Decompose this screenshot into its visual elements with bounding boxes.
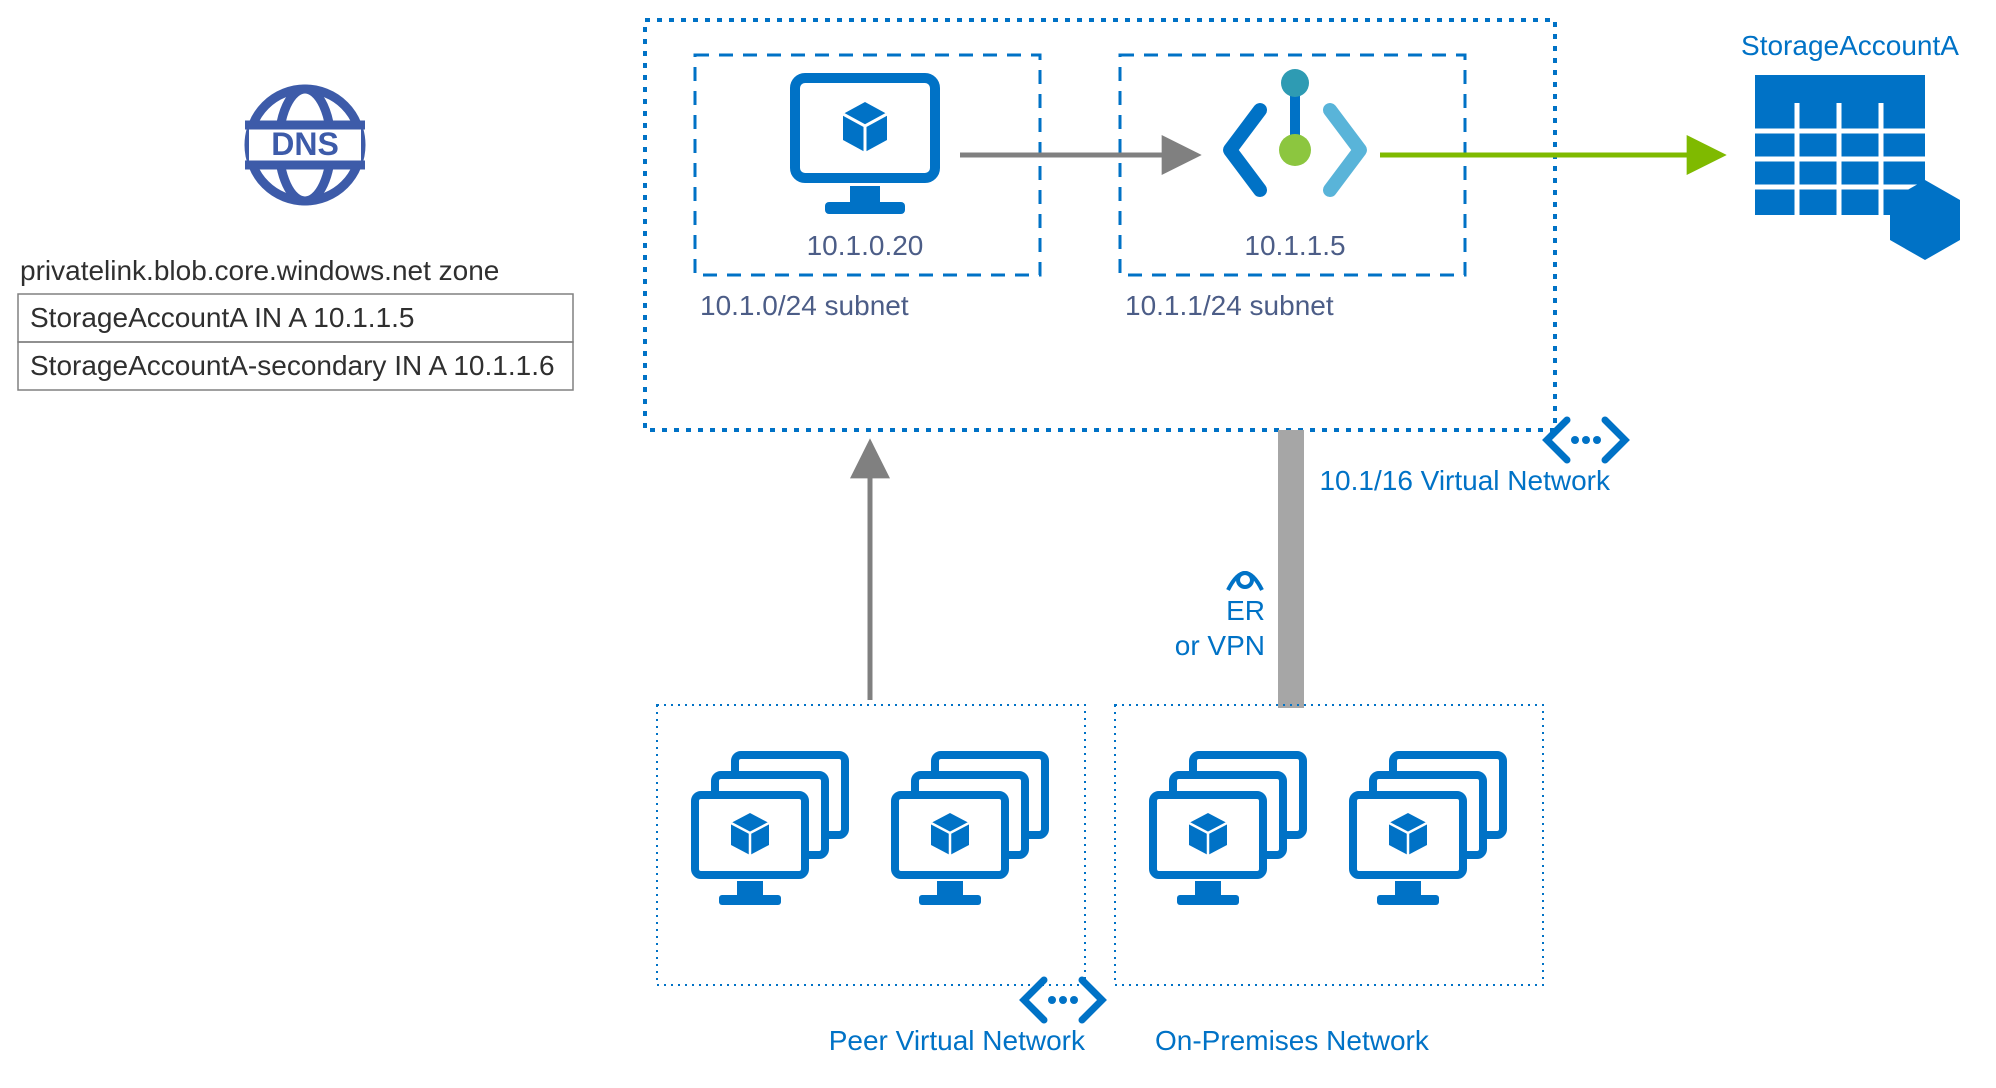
- er-vpn-bar: [1278, 430, 1304, 708]
- er-vpn-label-1: ER: [1226, 595, 1265, 626]
- er-vpn-label-2: or VPN: [1175, 630, 1265, 661]
- subnet-b-label: 10.1.1/24 subnet: [1125, 290, 1334, 321]
- onprem-vm-group-2: [1353, 755, 1503, 905]
- peer-vm-group-1: [695, 755, 845, 905]
- subnet-a-label: 10.1.0/24 subnet: [700, 290, 909, 321]
- dns-records-table: StorageAccountA IN A 10.1.1.5 StorageAcc…: [18, 294, 573, 390]
- dns-record-row: StorageAccountA-secondary IN A 10.1.1.6: [30, 350, 555, 381]
- svg-text:DNS: DNS: [271, 126, 339, 162]
- storage-icon: [1755, 75, 1960, 260]
- private-endpoint-icon: [1230, 69, 1360, 190]
- vnet-box: [645, 20, 1555, 430]
- dns-icon: DNS: [245, 89, 365, 201]
- dns-record-row: StorageAccountA IN A 10.1.1.5: [30, 302, 415, 333]
- storage-label: StorageAccountA: [1741, 30, 1959, 61]
- peer-network-label: Peer Virtual Network: [829, 1025, 1086, 1056]
- vnet-glyph-icon: [1547, 420, 1625, 460]
- onprem-vm-group-1: [1153, 755, 1303, 905]
- vnet-cidr-label: 10.1/16 Virtual Network: [1319, 465, 1611, 496]
- dns-zone-label: privatelink.blob.core.windows.net zone: [20, 255, 499, 286]
- vm-ip-label: 10.1.0.20: [807, 230, 924, 261]
- vm-icon: [795, 78, 935, 214]
- pe-ip-label: 10.1.1.5: [1244, 230, 1345, 261]
- gateway-icon: [1228, 573, 1262, 590]
- onprem-network-label: On-Premises Network: [1155, 1025, 1430, 1056]
- peer-vm-group-2: [895, 755, 1045, 905]
